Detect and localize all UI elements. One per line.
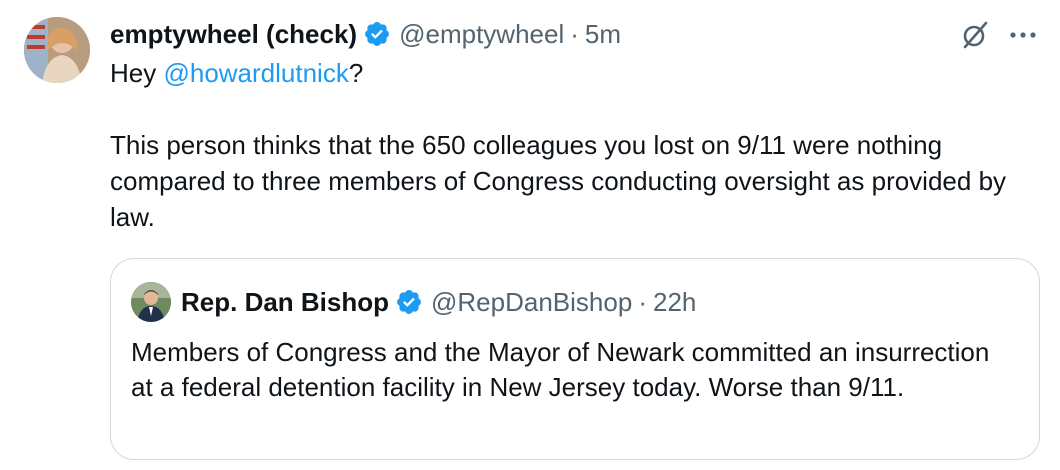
more-icon[interactable] bbox=[1006, 18, 1040, 52]
tweet-paragraph: This person thinks that the 650 colleagu… bbox=[110, 130, 1007, 232]
separator-dot: · bbox=[570, 18, 579, 49]
grok-icon[interactable] bbox=[958, 18, 992, 52]
quoted-author-handle[interactable]: @RepDanBishop bbox=[431, 287, 632, 318]
author-avatar[interactable] bbox=[24, 17, 90, 83]
quoted-tweet-header: Rep. Dan Bishop @RepDanBishop · 22h bbox=[131, 281, 696, 323]
greeting-text: Hey bbox=[110, 58, 164, 88]
quoted-avatar-image bbox=[131, 282, 171, 322]
after-mention-text: ? bbox=[348, 58, 364, 88]
quoted-author-avatar[interactable] bbox=[131, 282, 171, 322]
author-handle[interactable]: @emptywheel bbox=[399, 19, 564, 50]
quoted-tweet-time[interactable]: 22h bbox=[653, 287, 696, 318]
quoted-author-name[interactable]: Rep. Dan Bishop bbox=[181, 287, 389, 318]
avatar-image bbox=[24, 17, 90, 83]
author-name[interactable]: emptywheel (check) bbox=[110, 19, 357, 50]
tweet-actions bbox=[944, 18, 1040, 52]
verified-badge-icon bbox=[363, 20, 391, 48]
tweet-time[interactable]: 5m bbox=[585, 19, 621, 50]
quoted-verified-badge-icon bbox=[395, 288, 423, 316]
tweet-text: Hey @howardlutnick? This person thinks t… bbox=[110, 55, 1040, 235]
quoted-tweet-text: Members of Congress and the Mayor of New… bbox=[131, 337, 990, 402]
quoted-tweet[interactable]: Rep. Dan Bishop @RepDanBishop · 22h Memb… bbox=[110, 258, 1040, 460]
tweet-header: emptywheel (check) @emptywheel · 5m bbox=[110, 14, 1040, 54]
tweet[interactable]: emptywheel (check) @emptywheel · 5m Hey … bbox=[0, 0, 1060, 470]
quoted-separator-dot: · bbox=[638, 286, 647, 317]
mention-link[interactable]: @howardlutnick bbox=[163, 58, 348, 88]
tweet-text-line: Hey @howardlutnick? bbox=[110, 55, 1040, 91]
